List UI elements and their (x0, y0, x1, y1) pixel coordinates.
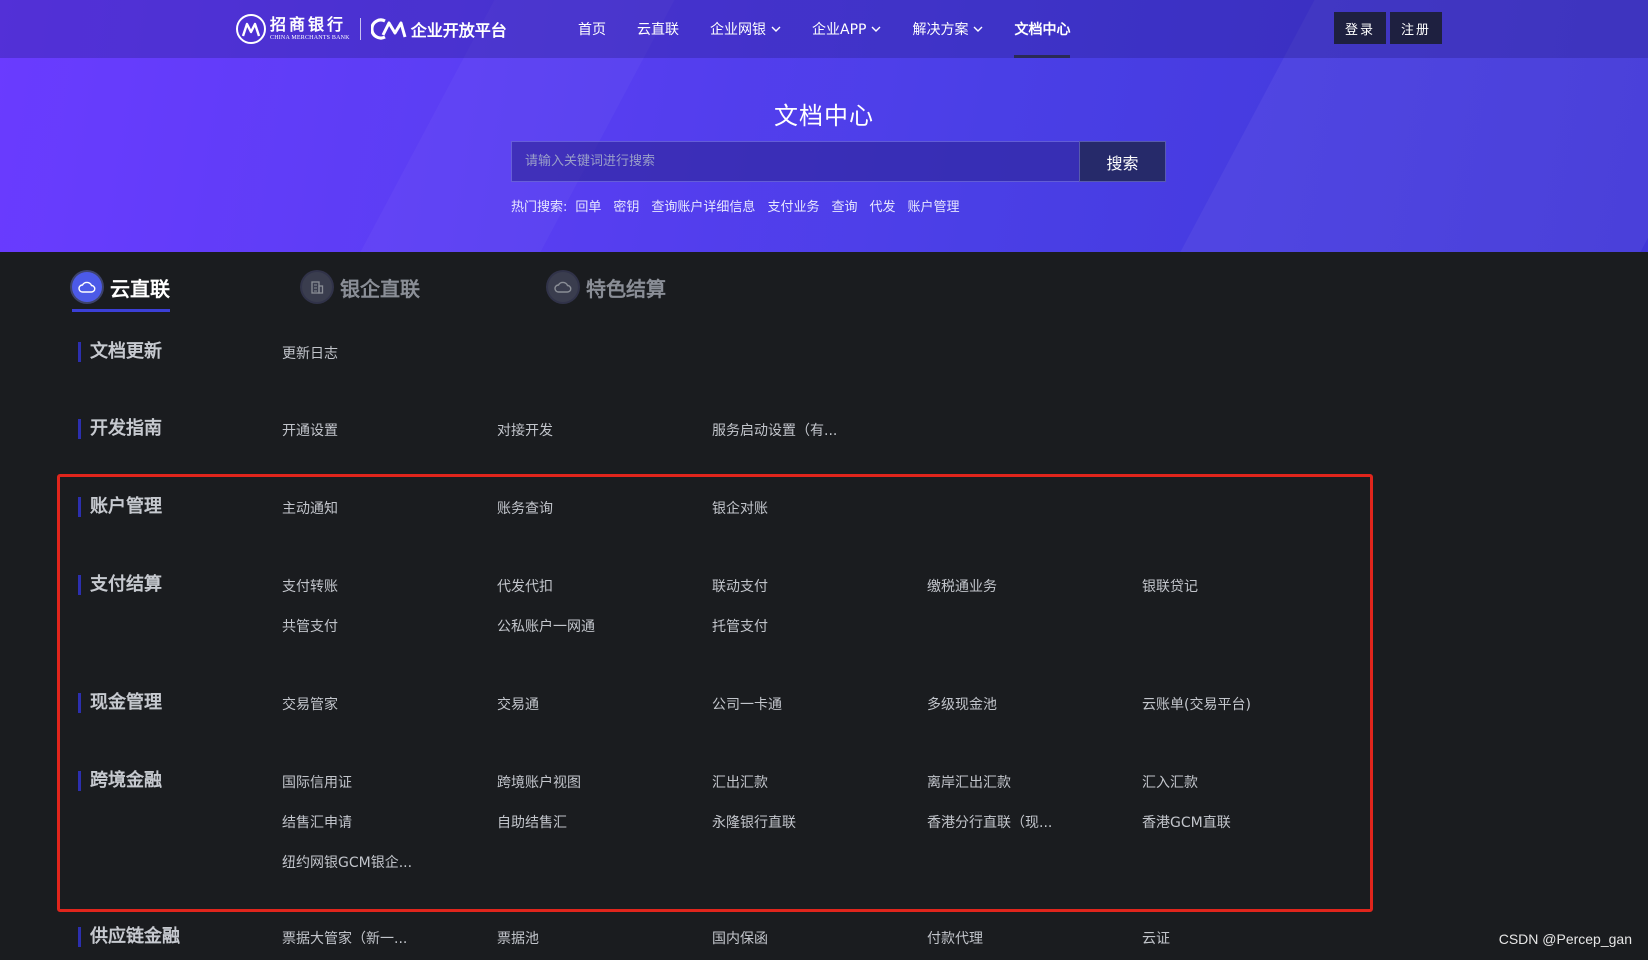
page-title: 文档中心 (774, 102, 874, 130)
nav-home[interactable]: 首页 (578, 0, 606, 58)
chevron-down-icon (871, 26, 881, 32)
section-title: 跨境金融 (78, 771, 162, 791)
tab-special-settlement[interactable]: 特色结算 (548, 264, 666, 310)
nav-doc-center[interactable]: 文档中心 (1014, 0, 1071, 58)
section-title: 供应链金融 (78, 927, 180, 947)
main-nav: 首页 云直联 企业网银 企业APP 解决方案 文档中心 (578, 0, 1101, 58)
search-bar: 搜索 (511, 141, 1166, 182)
watermark: CSDN @Percep_gan (1498, 931, 1632, 947)
doc-link[interactable]: 服务启动设置（有... (712, 421, 927, 461)
nav-solutions[interactable]: 解决方案 (912, 0, 983, 58)
doc-link[interactable]: 国际信用证 (282, 773, 497, 813)
hot-searches: 热门搜索: 回单 密钥 查询账户详细信息 支付业务 查询 代发 账户管理 (511, 196, 972, 215)
nav-corporate-app[interactable]: 企业APP (812, 0, 881, 58)
doc-link[interactable]: 账务查询 (497, 499, 712, 539)
section-title: 支付结算 (78, 575, 162, 595)
hot-search-item[interactable]: 查询账户详细信息 (651, 196, 755, 215)
doc-link[interactable]: 结售汇申请 (282, 813, 497, 853)
bank-name-en: CHINA MERCHANTS BANK (270, 35, 350, 41)
doc-link[interactable]: 主动通知 (282, 499, 497, 539)
hot-search-item[interactable]: 账户管理 (907, 196, 959, 215)
hot-search-item[interactable]: 密钥 (613, 196, 639, 215)
doc-link[interactable]: 交易通 (497, 695, 712, 735)
doc-link[interactable]: 对接开发 (497, 421, 712, 461)
hot-search-item[interactable]: 代发 (869, 196, 895, 215)
top-navbar: 招商银行 CHINA MERCHANTS BANK 企业开放平台 首页 云直联 (0, 0, 1648, 58)
doc-link[interactable]: 汇入汇款 (1142, 773, 1357, 813)
doc-link[interactable]: 自助结售汇 (497, 813, 712, 853)
cloud-icon (72, 272, 102, 302)
doc-link[interactable]: 纽约网银GCM银企... (282, 853, 497, 893)
doc-link[interactable]: 交易管家 (282, 695, 497, 735)
cloud-icon (548, 272, 578, 302)
doc-link[interactable]: 香港GCM直联 (1142, 813, 1357, 853)
hero-banner: 招商银行 CHINA MERCHANTS BANK 企业开放平台 首页 云直联 (0, 0, 1648, 252)
doc-link[interactable]: 更新日志 (282, 344, 497, 384)
doc-link[interactable]: 票据大管家（新一... (282, 929, 497, 960)
doc-link[interactable]: 云账单(交易平台) (1142, 695, 1357, 735)
page: 招商银行 CHINA MERCHANTS BANK 企业开放平台 首页 云直联 (0, 0, 1648, 960)
search-input[interactable] (511, 141, 1079, 182)
doc-link[interactable]: 多级现金池 (927, 695, 1142, 735)
bank-name: 招商银行 (270, 15, 347, 34)
doc-link[interactable]: 支付转账 (282, 577, 497, 617)
doc-link[interactable]: 国内保函 (712, 929, 927, 960)
hot-search-label: 热门搜索: (511, 200, 568, 215)
doc-link[interactable]: 跨境账户视图 (497, 773, 712, 813)
section-title: 文档更新 (78, 342, 162, 362)
section-title: 开发指南 (78, 419, 162, 439)
search-button[interactable]: 搜索 (1079, 141, 1166, 182)
doc-link[interactable]: 共管支付 (282, 617, 497, 657)
section-title: 账户管理 (78, 497, 162, 517)
section-title: 现金管理 (78, 693, 162, 713)
doc-link[interactable]: 永隆银行直联 (712, 813, 927, 853)
hot-search-item[interactable]: 查询 (831, 196, 857, 215)
platform-name: 企业开放平台 (410, 21, 507, 40)
doc-link[interactable]: 缴税通业务 (927, 577, 1142, 617)
doc-link[interactable]: 云证 (1142, 929, 1357, 960)
chevron-down-icon (771, 26, 781, 32)
doc-link[interactable]: 汇出汇款 (712, 773, 927, 813)
nav-corporate-ebank[interactable]: 企业网银 (710, 0, 781, 58)
register-button[interactable]: 注册 (1390, 12, 1443, 44)
doc-link[interactable]: 公司一卡通 (712, 695, 927, 735)
hot-search-item[interactable]: 回单 (575, 196, 601, 215)
hot-search-item[interactable]: 支付业务 (767, 196, 819, 215)
category-tabs: 云直联 银企直联 特色结算 (72, 264, 666, 312)
login-button[interactable]: 登录 (1334, 12, 1387, 44)
cm-logo-icon (370, 18, 407, 40)
doc-link[interactable]: 付款代理 (927, 929, 1142, 960)
cmb-logo-icon (236, 14, 266, 44)
doc-link[interactable]: 开通设置 (282, 421, 497, 461)
doc-link[interactable]: 公私账户一网通 (497, 617, 712, 657)
doc-link[interactable]: 联动支付 (712, 577, 927, 617)
doc-link[interactable]: 银企对账 (712, 499, 927, 539)
chevron-down-icon (973, 26, 983, 32)
doc-link[interactable]: 托管支付 (712, 617, 927, 657)
doc-link[interactable]: 香港分行直联（现... (927, 813, 1142, 853)
tab-bank-enterprise-direct[interactable]: 银企直联 (302, 264, 420, 310)
auth-buttons: 登录 注册 (1334, 12, 1446, 44)
doc-link[interactable]: 银联贷记 (1142, 577, 1357, 617)
doc-link[interactable]: 离岸汇出汇款 (927, 773, 1142, 813)
doc-link[interactable]: 代发代扣 (497, 577, 712, 617)
building-icon (302, 272, 332, 302)
logo[interactable]: 招商银行 CHINA MERCHANTS BANK 企业开放平台 (236, 12, 507, 46)
doc-link[interactable]: 票据池 (497, 929, 712, 960)
nav-cloud-direct[interactable]: 云直联 (637, 0, 679, 58)
tab-cloud-direct[interactable]: 云直联 (72, 264, 170, 312)
